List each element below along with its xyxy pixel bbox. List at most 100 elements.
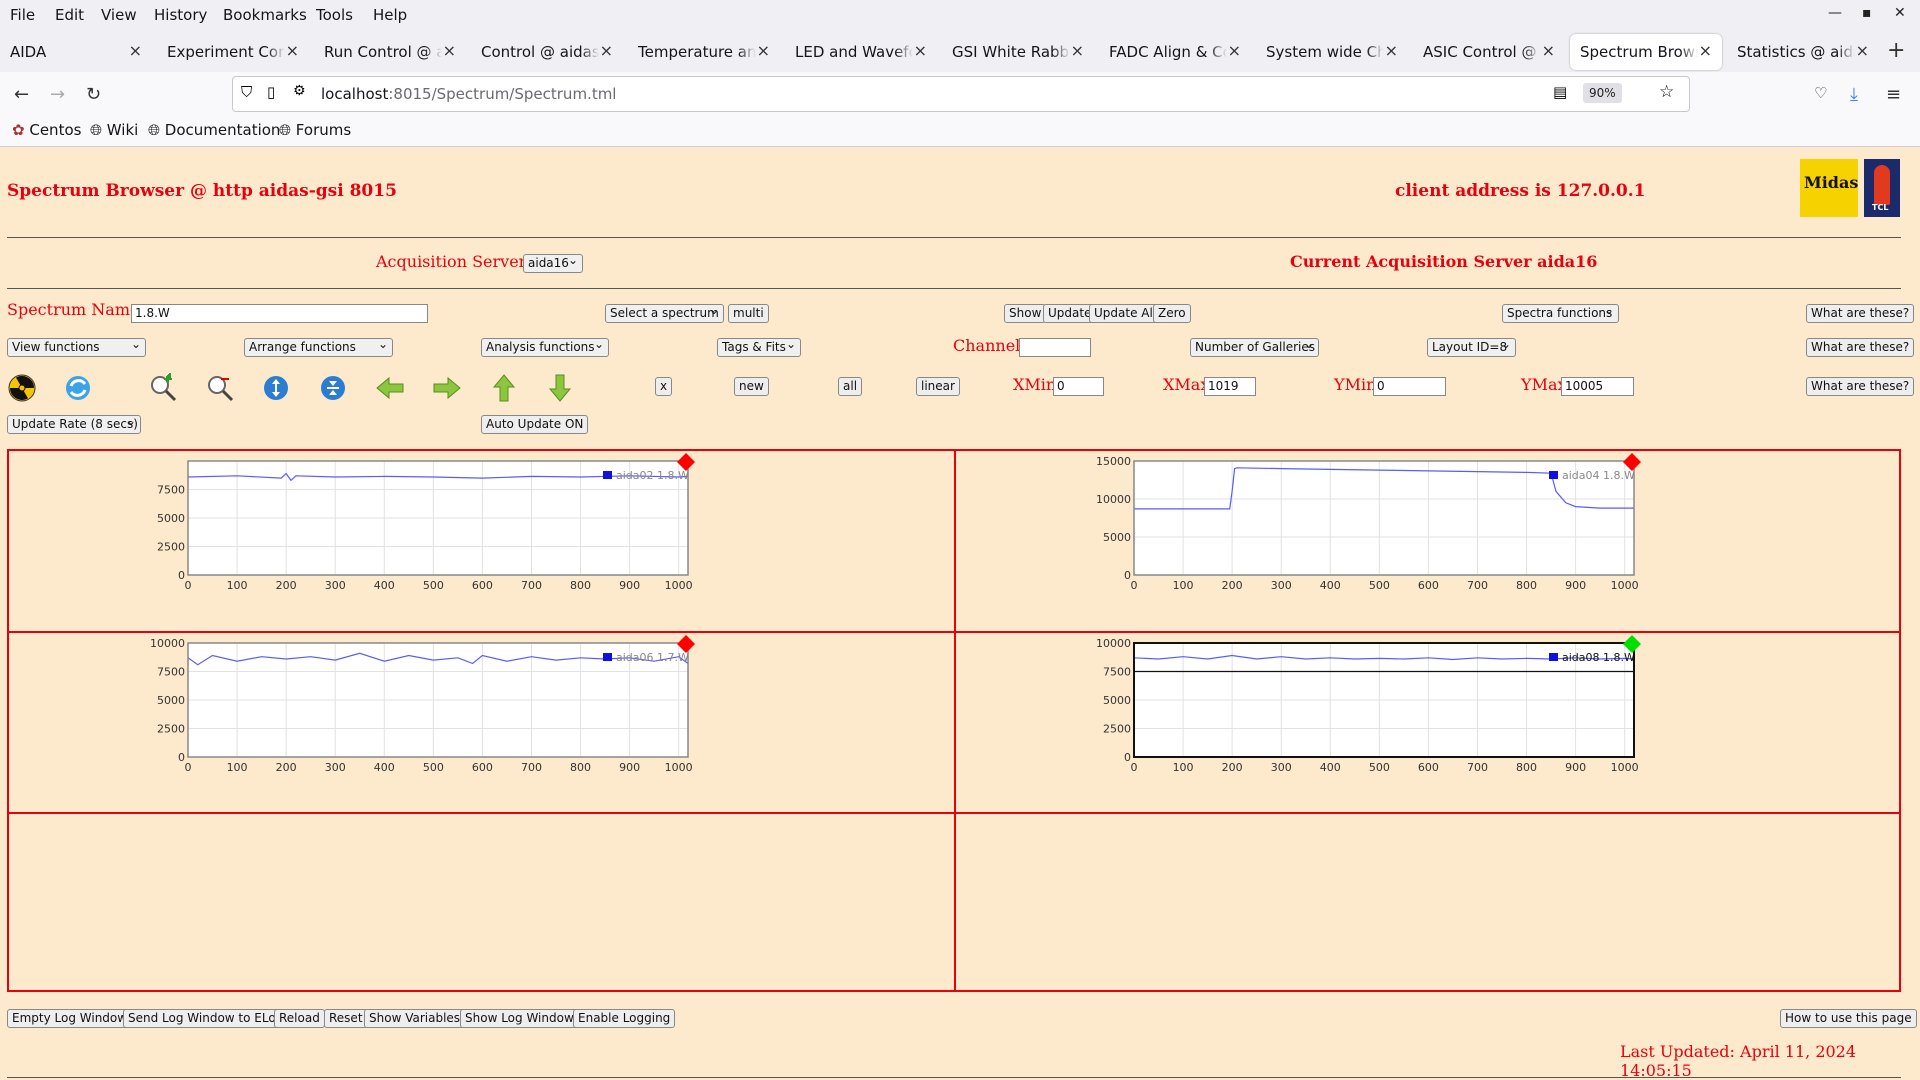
tab-close-icon[interactable]: × xyxy=(1385,41,1398,60)
new-button[interactable]: new xyxy=(734,377,769,396)
tab-6[interactable]: GSI White Rabbit Trigger× xyxy=(942,34,1094,70)
tab-2[interactable]: Run Control @ aidas-gsi× xyxy=(314,34,466,70)
tab-11[interactable]: Statistics @ aidas-gsi× xyxy=(1727,34,1879,70)
tab-close-icon[interactable]: × xyxy=(914,41,927,60)
ymax-input[interactable]: 10005 xyxy=(1561,377,1634,396)
how-to-use-button[interactable]: How to use this page xyxy=(1780,1009,1917,1028)
tab-4[interactable]: Temperature and status× xyxy=(628,34,780,70)
help-button[interactable]: What are these? xyxy=(1806,377,1915,396)
arrow-left-icon[interactable] xyxy=(375,373,405,403)
arrow-down-icon[interactable] xyxy=(545,373,575,403)
hamburger-menu-icon[interactable]: ≡ xyxy=(1886,84,1901,105)
shield-icon[interactable]: ⛉ xyxy=(241,83,252,101)
zero-button[interactable]: Zero xyxy=(1153,304,1191,323)
tab-close-icon[interactable]: × xyxy=(129,41,142,60)
minimize-icon[interactable]: — xyxy=(1828,5,1842,21)
auto-update-button[interactable]: Auto Update ON xyxy=(481,415,589,434)
zoom-in-icon[interactable] xyxy=(148,373,178,403)
update-rate-dropdown[interactable]: Update Rate (8 secs) xyxy=(7,415,141,434)
layout-dropdown[interactable]: Layout ID=8 xyxy=(1427,338,1516,357)
zoom-out-icon[interactable] xyxy=(205,373,235,403)
spectrum-panel-aida04[interactable]: 0 100 200 300 400 500 600 700 800 900 100005000100… xyxy=(1085,449,1765,627)
menu-view[interactable]: View xyxy=(101,6,137,24)
xmax-input[interactable]: 1019 xyxy=(1204,377,1256,396)
url-bar[interactable]: ⛉ ▯ ⚙ localhost:8015/Spectrum/Spectrum.t… xyxy=(232,76,1690,112)
arrow-right-icon[interactable] xyxy=(432,373,462,403)
refresh-icon[interactable] xyxy=(63,373,93,403)
reader-view-icon[interactable]: ▤ xyxy=(1553,83,1567,101)
tab-close-icon[interactable]: × xyxy=(1856,41,1869,60)
tab-5[interactable]: LED and Waveform× xyxy=(785,34,937,70)
show-variables-button[interactable]: Show Variables xyxy=(364,1009,466,1028)
close-window-icon[interactable]: ✕ xyxy=(1894,5,1906,21)
xmin-input[interactable]: 0 xyxy=(1053,377,1104,396)
multi-button[interactable]: multi xyxy=(728,304,769,323)
forward-icon[interactable]: → xyxy=(50,84,65,105)
menu-bookmarks[interactable]: Bookmarks xyxy=(223,6,307,24)
show-button[interactable]: Show xyxy=(1004,304,1047,323)
bookmark-centos[interactable]: ✿ Centos xyxy=(12,121,81,139)
download-icon[interactable]: ⤓ xyxy=(1850,84,1858,105)
tab-close-icon[interactable]: × xyxy=(757,41,770,60)
reload-icon[interactable]: ↻ xyxy=(86,84,101,105)
tab-close-icon[interactable]: × xyxy=(1071,41,1084,60)
send-log-elog-button[interactable]: Send Log Window to ELog xyxy=(123,1009,289,1028)
ymin-input[interactable]: 0 xyxy=(1373,377,1446,396)
x-button[interactable]: x xyxy=(655,377,673,396)
show-log-button[interactable]: Show Log Window xyxy=(460,1009,579,1028)
select-spectrum-dropdown[interactable]: Select a spectrum xyxy=(605,304,724,323)
tab-0[interactable]: AIDA × xyxy=(0,34,152,70)
tab-7[interactable]: FADC Align & Control× xyxy=(1099,34,1251,70)
analysis-functions-dropdown[interactable]: Analysis functions xyxy=(481,338,609,357)
tab-close-icon[interactable]: × xyxy=(1699,41,1712,60)
enable-logging-button[interactable]: Enable Logging xyxy=(573,1009,676,1028)
all-button[interactable]: all xyxy=(838,377,863,396)
menu-file[interactable]: File xyxy=(10,6,35,24)
bookmark-forums[interactable]: 🌐︎ Forums xyxy=(279,121,351,139)
reload-button[interactable]: Reload xyxy=(274,1009,325,1028)
permissions-icon[interactable]: ⚙ xyxy=(293,83,306,99)
spectrum-panel-aida08[interactable]: 0 100 200 300 400 500 600 700 800 900 100002500500… xyxy=(1085,631,1765,809)
menu-edit[interactable]: Edit xyxy=(55,6,84,24)
tab-close-icon[interactable]: × xyxy=(286,41,299,60)
channel-input[interactable] xyxy=(1019,338,1091,357)
tab-1[interactable]: Experiment Control× xyxy=(157,34,309,70)
maximize-icon[interactable]: ▪ xyxy=(1862,5,1872,21)
view-functions-dropdown[interactable]: View functions xyxy=(7,338,146,357)
menu-help[interactable]: Help xyxy=(373,6,407,24)
back-icon[interactable]: ← xyxy=(14,84,29,105)
url-text[interactable]: localhost:8015/Spectrum/Spectrum.tml xyxy=(321,85,616,103)
linear-button[interactable]: linear xyxy=(916,377,960,396)
tags-fits-dropdown[interactable]: Tags & Fits xyxy=(717,338,801,357)
spectra-functions-dropdown[interactable]: Spectra functions xyxy=(1502,304,1619,323)
help-button[interactable]: What are these? xyxy=(1806,338,1915,357)
bookmark-star-icon[interactable]: ☆ xyxy=(1659,82,1674,102)
zoom-level[interactable]: 90% xyxy=(1583,83,1622,103)
arrange-functions-dropdown[interactable]: Arrange functions xyxy=(244,338,393,357)
compress-y-icon[interactable] xyxy=(318,373,348,403)
tab-close-icon[interactable]: × xyxy=(1542,41,1555,60)
tab-close-icon[interactable]: × xyxy=(600,41,613,60)
arrow-up-icon[interactable] xyxy=(489,373,519,403)
tab-10[interactable]: Spectrum Browser× xyxy=(1570,34,1722,70)
menu-tools[interactable]: Tools xyxy=(316,6,353,24)
number-of-galleries-dropdown[interactable]: Number of Galleries xyxy=(1190,338,1319,357)
spectrum-panel-aida06[interactable]: 0 100 200 300 400 500 600 700 800 900 100002500500… xyxy=(139,631,819,809)
page-icon[interactable]: ▯ xyxy=(267,83,275,101)
reset-button[interactable]: Reset xyxy=(324,1009,368,1028)
tab-8[interactable]: System wide Checks× xyxy=(1256,34,1408,70)
expand-y-icon[interactable] xyxy=(261,373,291,403)
empty-log-button[interactable]: Empty Log Window xyxy=(7,1009,133,1028)
radiation-icon[interactable] xyxy=(7,373,37,403)
tab-9[interactable]: ASIC Control @ aidas× xyxy=(1413,34,1565,70)
bookmark-documentation[interactable]: 🌐︎ Documentation xyxy=(148,121,280,139)
new-tab-icon[interactable]: + xyxy=(1887,38,1905,63)
tab-3[interactable]: Control @ aidas-gsi× xyxy=(471,34,623,70)
bookmark-wiki[interactable]: 🌐︎ Wiki xyxy=(90,121,138,139)
menu-history[interactable]: History xyxy=(154,6,207,24)
tab-close-icon[interactable]: × xyxy=(443,41,456,60)
help-button[interactable]: What are these? xyxy=(1806,304,1915,323)
acquisition-server-select[interactable]: aida16 xyxy=(523,254,583,273)
update-all-button[interactable]: Update All xyxy=(1089,304,1162,323)
pocket-icon[interactable]: ♡ xyxy=(1814,84,1827,102)
